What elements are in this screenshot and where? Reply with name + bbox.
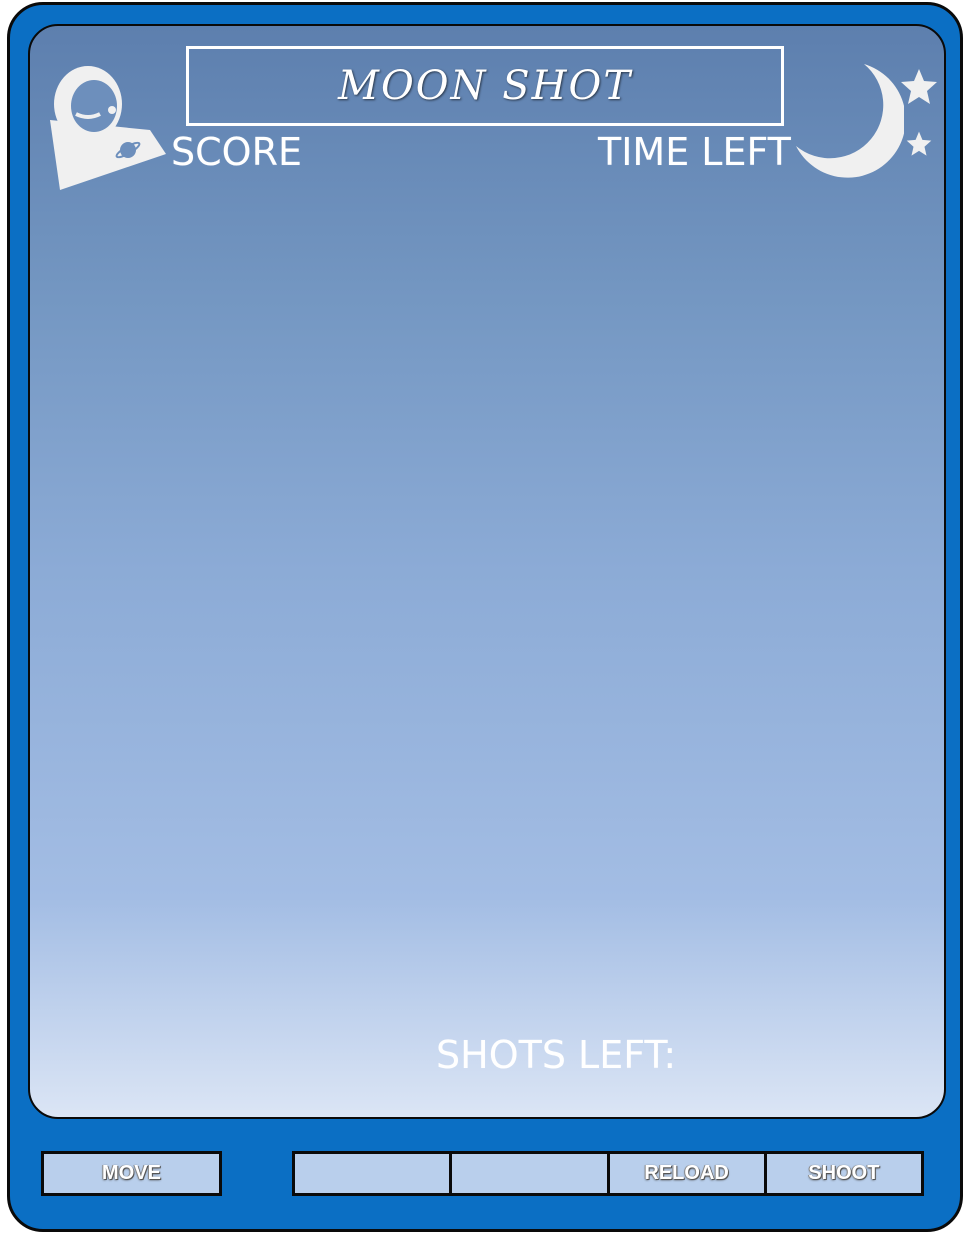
star-icon (901, 69, 937, 104)
game-title: MOON SHOT (337, 63, 632, 109)
move-control-group: MOVE (41, 1151, 222, 1196)
shoot-button[interactable]: SHOOT (763, 1154, 921, 1193)
blank-button-2[interactable] (449, 1154, 607, 1193)
time-left-label: TIME LEFT (598, 130, 791, 174)
blank-button-1[interactable] (295, 1154, 450, 1193)
game-screen[interactable]: MOON SHOT SCORE TIME LEFT SHOTS LEFT: (28, 24, 946, 1119)
astronaut-icon (50, 66, 166, 190)
move-button[interactable]: MOVE (44, 1154, 219, 1193)
game-title-banner: MOON SHOT (186, 46, 784, 126)
reload-button[interactable]: RELOAD (606, 1154, 764, 1193)
shots-left-label: SHOTS LEFT: (436, 1033, 677, 1077)
action-control-group: RELOAD SHOOT (292, 1151, 924, 1196)
crescent-moon-icon (796, 64, 904, 178)
score-label: SCORE (171, 130, 302, 174)
star-icon (906, 131, 932, 156)
